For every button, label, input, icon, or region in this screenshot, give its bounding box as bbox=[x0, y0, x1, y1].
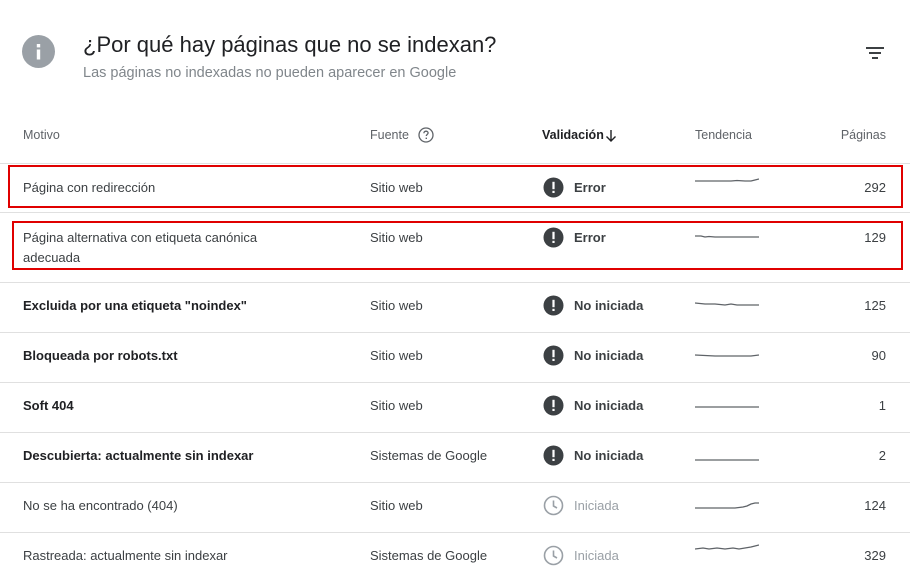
row-source: Sitio web bbox=[370, 298, 423, 313]
alert-icon bbox=[543, 395, 564, 416]
trend-sparkline bbox=[695, 235, 759, 238]
filter-icon[interactable] bbox=[862, 42, 888, 64]
row-validation-status: Error bbox=[574, 180, 606, 195]
table-row[interactable]: Excluida por una etiqueta "noindex" Siti… bbox=[0, 283, 910, 332]
column-header-validacion[interactable]: Validación bbox=[542, 128, 604, 142]
column-header-motivo[interactable]: Motivo bbox=[23, 128, 60, 142]
alert-icon bbox=[543, 295, 564, 316]
row-reason: Excluida por una etiqueta "noindex" bbox=[23, 298, 247, 313]
row-source: Sitio web bbox=[370, 498, 423, 513]
alert-icon bbox=[543, 227, 564, 248]
row-pages-count: 90 bbox=[871, 348, 886, 363]
table-row[interactable]: Página alternativa con etiqueta canónica… bbox=[0, 213, 910, 282]
row-pages-count: 2 bbox=[878, 448, 886, 463]
row-source: Sitio web bbox=[370, 398, 423, 413]
clock-icon bbox=[543, 545, 564, 566]
sort-arrow-down-icon[interactable] bbox=[604, 129, 618, 143]
page-subtitle: Las páginas no indexadas no pueden apare… bbox=[83, 65, 457, 81]
row-reason: Página alternativa con etiqueta canónica bbox=[23, 230, 258, 245]
row-reason: Rastreada: actualmente sin indexar bbox=[23, 548, 228, 563]
row-reason: Descubierta: actualmente sin indexar bbox=[23, 448, 254, 463]
page-title: ¿Por qué hay páginas que no se indexan? bbox=[83, 32, 497, 57]
trend-sparkline bbox=[695, 544, 759, 550]
trend-sparkline bbox=[695, 406, 759, 408]
table-row[interactable]: Rastreada: actualmente sin indexar Siste… bbox=[0, 533, 910, 582]
row-reason: Bloqueada por robots.txt bbox=[23, 348, 178, 363]
table-row[interactable]: Soft 404 Sitio web No iniciada 1 bbox=[0, 383, 910, 432]
row-validation-status: No iniciada bbox=[574, 348, 644, 363]
row-source: Sistemas de Google bbox=[370, 448, 488, 463]
row-reason: Página con redirección bbox=[23, 180, 156, 195]
non-indexed-pages-card: ¿Por qué hay páginas que no se indexan? … bbox=[0, 0, 910, 582]
info-icon bbox=[22, 35, 55, 68]
alert-icon bbox=[543, 345, 564, 366]
row-source: Sitio web bbox=[370, 230, 423, 245]
trend-sparkline bbox=[695, 178, 759, 182]
trend-sparkline bbox=[695, 502, 759, 509]
table-row[interactable]: Página con redirección Sitio web Error 2… bbox=[0, 164, 910, 212]
trend-sparkline bbox=[695, 302, 759, 306]
row-reason: No se ha encontrado (404) bbox=[23, 498, 178, 513]
trend-sparkline bbox=[695, 354, 759, 357]
row-pages-count: 1 bbox=[878, 398, 886, 413]
row-validation-status: No iniciada bbox=[574, 398, 644, 413]
row-pages-count: 329 bbox=[864, 548, 886, 563]
row-pages-count: 125 bbox=[864, 298, 886, 313]
row-source: Sitio web bbox=[370, 180, 423, 195]
clock-icon bbox=[543, 495, 564, 516]
alert-icon bbox=[543, 177, 564, 198]
row-reason: Soft 404 bbox=[23, 398, 74, 413]
row-pages-count: 129 bbox=[864, 230, 886, 245]
row-reason-continued: adecuada bbox=[23, 250, 81, 265]
column-header-fuente[interactable]: Fuente bbox=[370, 128, 409, 142]
row-pages-count: 124 bbox=[864, 498, 886, 513]
row-validation-status: No iniciada bbox=[574, 298, 644, 313]
column-header-paginas[interactable]: Páginas bbox=[841, 128, 886, 142]
row-source: Sistemas de Google bbox=[370, 548, 488, 563]
row-source: Sitio web bbox=[370, 348, 423, 363]
table-row[interactable]: Descubierta: actualmente sin indexar Sis… bbox=[0, 433, 910, 482]
row-validation-status: Iniciada bbox=[574, 498, 619, 513]
trend-sparkline bbox=[695, 459, 759, 461]
help-icon[interactable] bbox=[418, 127, 434, 143]
alert-icon bbox=[543, 445, 564, 466]
row-validation-status: No iniciada bbox=[574, 448, 644, 463]
row-pages-count: 292 bbox=[864, 180, 886, 195]
table-row[interactable]: No se ha encontrado (404) Sitio web Inic… bbox=[0, 483, 910, 532]
row-validation-status: Error bbox=[574, 230, 606, 245]
column-header-tendencia: Tendencia bbox=[695, 128, 752, 142]
table-row[interactable]: Bloqueada por robots.txt Sitio web No in… bbox=[0, 333, 910, 382]
row-validation-status: Iniciada bbox=[574, 548, 619, 563]
